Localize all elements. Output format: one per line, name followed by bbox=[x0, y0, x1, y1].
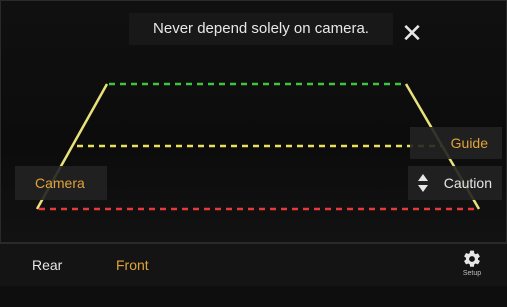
up-down-arrows-icon bbox=[418, 174, 428, 192]
setup-button[interactable]: Setup bbox=[454, 246, 490, 284]
camera-button-label: Camera bbox=[35, 175, 85, 191]
gear-icon bbox=[464, 250, 480, 267]
close-icon: ✕ bbox=[401, 18, 423, 48]
tab-front[interactable]: Front bbox=[116, 244, 149, 286]
tab-rear[interactable]: Rear bbox=[32, 244, 62, 286]
caution-button[interactable]: Caution bbox=[408, 166, 502, 200]
camera-button[interactable]: Camera bbox=[15, 166, 107, 200]
warning-banner: Never depend solely on camera. bbox=[129, 13, 393, 45]
caution-button-label: Caution bbox=[443, 175, 492, 191]
guide-button[interactable]: Guide bbox=[410, 127, 502, 159]
guide-button-label: Guide bbox=[450, 135, 488, 151]
close-button[interactable]: ✕ bbox=[397, 18, 427, 48]
footer-strip bbox=[0, 286, 507, 307]
setup-label: Setup bbox=[462, 270, 482, 277]
bottom-bar: Rear Front Setup bbox=[0, 243, 507, 286]
camera-view: Never depend solely on camera. ✕ Camera … bbox=[0, 0, 507, 243]
